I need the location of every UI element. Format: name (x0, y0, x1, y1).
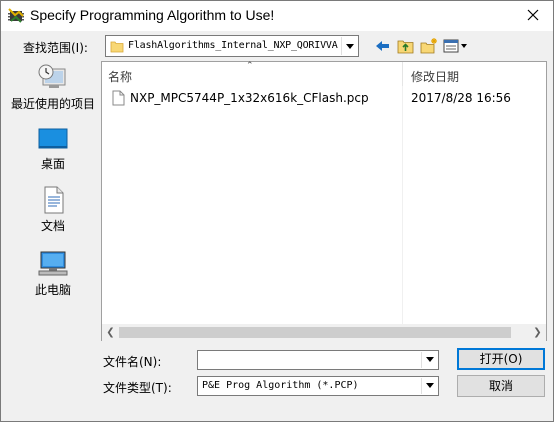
close-icon (527, 9, 539, 21)
filetype-value: P&E Prog Algorithm (*.PCP) (202, 380, 359, 391)
place-label: 桌面 (40, 157, 65, 171)
recent-items-icon (38, 64, 66, 88)
place-recent-items[interactable]: 最近使用的项目 (9, 63, 97, 111)
place-label: 文档 (40, 219, 65, 233)
file-icon (112, 90, 125, 109)
window-title: Specify Programming Algorithm to Use! (30, 7, 275, 23)
documents-icon (44, 186, 64, 214)
up-folder-button[interactable] (396, 37, 416, 55)
open-button[interactable]: 打开(O) (457, 348, 545, 370)
horizontal-scrollbar[interactable]: ❮ ❯ (102, 324, 546, 341)
this-pc-icon (38, 251, 68, 276)
place-documents[interactable]: 文档 (9, 185, 97, 233)
place-this-pc[interactable]: 此电脑 (9, 249, 97, 297)
close-button[interactable] (513, 1, 553, 29)
back-icon (376, 41, 389, 51)
cancel-button[interactable]: 取消 (457, 375, 545, 397)
place-label: 最近使用的项目 (10, 97, 95, 111)
filetype-label: 文件类型(T): (103, 381, 172, 395)
column-name-label: 名称 (108, 70, 133, 84)
new-folder-icon (420, 38, 437, 54)
column-divider (402, 86, 403, 324)
places-bar: 最近使用的项目 桌面 文档 此电脑 (9, 61, 101, 341)
title-bar: Specify Programming Algorithm to Use! (1, 1, 553, 31)
chevron-down-icon[interactable] (421, 352, 437, 368)
desktop-icon (38, 128, 68, 149)
place-label: 此电脑 (34, 283, 71, 297)
chevron-down-icon[interactable] (341, 37, 357, 55)
file-name: NXP_MPC5744P_1x32x616k_CFlash.pcp (130, 91, 369, 105)
pe-micro-icon (7, 7, 25, 25)
new-folder-button[interactable] (419, 37, 439, 55)
sort-ascending-icon: ⌃ (246, 61, 254, 71)
lookin-label: 查找范围(I): (23, 41, 88, 55)
lookin-dropdown[interactable]: FlashAlgorithms_Internal_NXP_QORIVVA (105, 35, 359, 57)
back-button[interactable] (373, 37, 393, 55)
view-menu-button[interactable] (442, 37, 470, 55)
lookin-value: FlashAlgorithms_Internal_NXP_QORIVVA (128, 40, 338, 51)
folder-icon (110, 39, 124, 56)
open-file-dialog: Specify Programming Algorithm to Use! 查找… (0, 0, 554, 422)
place-desktop[interactable]: 桌面 (9, 127, 97, 171)
scroll-right-icon[interactable]: ❯ (529, 324, 546, 341)
list-item[interactable]: NXP_MPC5744P_1x32x616k_CFlash.pcp 2017/8… (108, 88, 544, 108)
filename-field[interactable] (197, 350, 439, 370)
scrollbar-thumb[interactable] (119, 327, 511, 338)
filetype-dropdown[interactable]: P&E Prog Algorithm (*.PCP) (197, 376, 439, 396)
column-header-date[interactable]: 修改日期 (402, 62, 547, 86)
view-menu-icon (443, 39, 467, 53)
file-list[interactable]: 名称 ⌃ 修改日期 NXP_MPC5744P_1x32x616k_CFlash.… (101, 61, 547, 341)
scroll-left-icon[interactable]: ❮ (102, 324, 119, 341)
filename-label: 文件名(N): (103, 355, 162, 369)
file-date: 2017/8/28 16:56 (411, 91, 511, 105)
column-date-label: 修改日期 (411, 70, 460, 84)
up-folder-icon (397, 40, 414, 54)
chevron-down-icon[interactable] (421, 378, 437, 394)
column-header-name[interactable]: 名称 ⌃ (102, 61, 402, 86)
